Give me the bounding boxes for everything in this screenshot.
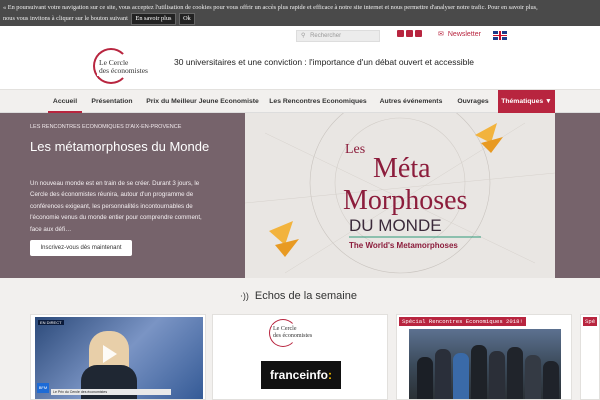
person-silhouette — [417, 357, 433, 399]
cookie-text-1: « En poursuivant votre navigation sur ce… — [3, 4, 538, 11]
echos-title-text: Echos de la semaine — [254, 290, 357, 302]
person-silhouette — [489, 351, 505, 399]
person-silhouette — [525, 355, 541, 399]
origami-bird-icon — [475, 123, 503, 153]
channel-logo: BFM — [37, 383, 49, 393]
person-silhouette — [471, 345, 487, 399]
logo-text: Le Cercle des économistes — [97, 58, 150, 76]
hero-title[interactable]: Les métamorphoses du Monde — [30, 138, 230, 156]
hero-image-meta: Méta — [373, 153, 431, 184]
franceinfo-colon: : — [328, 368, 332, 382]
echo-card-video[interactable]: EN DIRECT BFM Le Prix du Cercle des écon… — [30, 314, 206, 400]
origami-bird-icon — [269, 221, 299, 257]
hero-image-worlds: The World's Metamorphoses — [349, 241, 458, 250]
hero-side-band — [555, 113, 600, 278]
main-nav: Accueil Présentation Prix du Meilleur Je… — [0, 89, 600, 113]
newsletter-link[interactable]: ✉ Newsletter — [438, 30, 481, 40]
twitter-icon[interactable] — [415, 30, 422, 37]
cookie-banner: « En poursuivant votre navigation sur ce… — [0, 0, 600, 26]
special-badge: Spécial Rencontres Economiques 2018! — [399, 317, 526, 326]
logo-text-small: Le Cercle des économistes — [272, 325, 314, 340]
echo-card-partial[interactable]: Spé — [580, 314, 600, 400]
franceinfo-logo: franceinfo: — [261, 361, 341, 389]
echo-card-franceinfo[interactable]: Le Cercle des économistes franceinfo: — [212, 314, 388, 400]
nav-item-ouvrages[interactable]: Ouvrages — [453, 90, 493, 113]
site-tagline: 30 universitaires et une conviction : l'… — [174, 57, 474, 67]
person-silhouette — [453, 353, 469, 399]
hero-image-du-monde: DU MONDE — [349, 216, 442, 235]
cookie-more-button[interactable]: En savoir plus — [131, 13, 176, 25]
logo-small-line-2: des économistes — [273, 332, 313, 339]
play-icon[interactable] — [103, 345, 117, 363]
person-silhouette — [435, 349, 451, 399]
nav-item-rencontres[interactable]: Les Rencontres Economiques — [268, 90, 368, 113]
hero-description: Un nouveau monde est en train de se crée… — [30, 180, 202, 233]
search-placeholder: Rechercher — [310, 33, 342, 39]
echo-card-special[interactable]: Spécial Rencontres Economiques 2018! — [396, 314, 572, 400]
live-label: EN DIRECT — [38, 320, 64, 325]
leaders-photo — [409, 329, 561, 399]
logo-text-line-2: des économistes — [99, 66, 148, 75]
franceinfo-brand: franceinfo — [269, 368, 328, 382]
cercle-logo-small: Le Cercle des économistes — [269, 319, 341, 347]
envelope-icon: ✉ — [438, 31, 444, 38]
rss-icon: ⋅)) — [240, 291, 249, 301]
cookie-ok-button[interactable]: Ok — [179, 13, 195, 25]
youtube-icon[interactable] — [397, 30, 404, 37]
cookie-text-2: nous vous invitons à cliquer sur le bout… — [3, 15, 128, 22]
uk-flag-icon[interactable] — [493, 31, 507, 40]
hero-panel: LES RENCONTRES ECONOMIQUES D'AIX-EN-PROV… — [0, 113, 245, 278]
nav-item-presentation[interactable]: Présentation — [86, 90, 138, 113]
register-button[interactable]: Inscrivez-vous dès maintenant — [30, 240, 132, 256]
hero-image-les: Les — [345, 142, 365, 157]
person-silhouette — [543, 361, 559, 399]
social-links — [397, 30, 422, 37]
hero-illustration: Les Méta Morphoses DU MONDE The World's … — [245, 113, 555, 274]
facebook-icon[interactable] — [406, 30, 413, 37]
lower-third: Le Prix du Cercle des économistes — [51, 389, 171, 395]
nav-item-thematiques[interactable]: Thématiques ▼ — [498, 90, 555, 113]
newsletter-label: Newsletter — [447, 31, 481, 38]
hero-kicker: LES RENCONTRES ECONOMIQUES D'AIX-EN-PROV… — [30, 124, 182, 130]
search-input[interactable]: ⚲ Rechercher — [296, 30, 380, 42]
nav-item-prix[interactable]: Prix du Meilleur Jeune Economiste — [143, 90, 262, 113]
video-thumbnail[interactable]: EN DIRECT BFM Le Prix du Cercle des écon… — [35, 317, 203, 399]
nav-item-autres-evenements[interactable]: Autres événements — [375, 90, 447, 113]
hero-image[interactable]: Les Méta Morphoses DU MONDE The World's … — [245, 113, 555, 278]
echos-title: ⋅)) Echos de la semaine — [240, 290, 357, 302]
person-silhouette — [507, 347, 523, 399]
nav-item-accueil[interactable]: Accueil — [48, 90, 82, 113]
site-logo[interactable]: Le Cercle des économistes — [93, 48, 157, 86]
search-icon: ⚲ — [301, 33, 306, 39]
special-badge-partial: Spé — [583, 317, 598, 326]
hero-image-morphoses: Morphoses — [343, 185, 467, 216]
